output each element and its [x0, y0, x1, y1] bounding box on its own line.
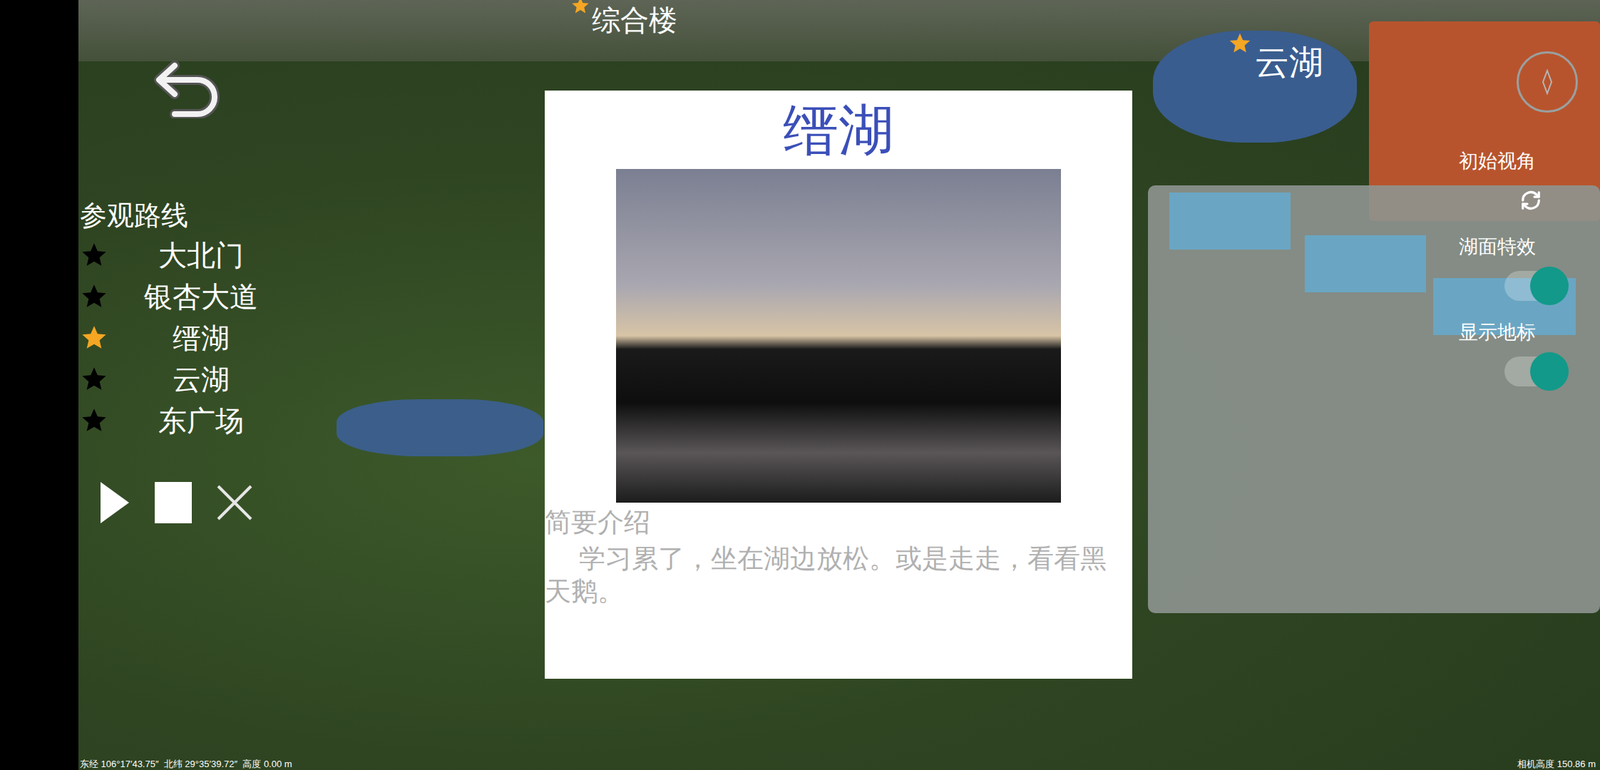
- toggle-knob: [1530, 352, 1569, 391]
- building-roof: [1169, 192, 1291, 250]
- back-arrow-icon: [153, 58, 224, 119]
- route-item[interactable]: 云湖: [79, 358, 294, 400]
- status-bar: 东经 106°17′43.75″ 北纬 29°35′39.72″ 高度 0.00…: [78, 758, 1600, 770]
- coordinates-text: 东经 106°17′43.75″ 北纬 29°35′39.72″ 高度 0.00…: [79, 758, 293, 770]
- reset-view-button[interactable]: [1520, 189, 1542, 212]
- setting-item: 初始视角: [1458, 148, 1600, 224]
- route-title: 参观路线: [79, 199, 294, 232]
- card-description: 学习累了，坐在湖边放松。或是走走，看看黑天鹅。: [544, 542, 1133, 609]
- refresh-icon: [1520, 189, 1542, 212]
- route-list: 大北门银杏大道缙湖云湖东广场: [79, 234, 294, 442]
- play-icon: [99, 480, 131, 525]
- stop-icon: [154, 481, 192, 524]
- route-star-icon: [79, 404, 109, 438]
- route-star-icon: [79, 280, 109, 314]
- setting-label: 显示地标: [1458, 319, 1600, 346]
- map-view[interactable]: 综合楼云湖参观路线大北门银杏大道缙湖云湖东广场缙湖简要介绍学习累了，坐在湖边放松…: [78, 0, 1600, 770]
- settings-panel: 初始视角湖面特效显示地标: [1458, 148, 1600, 405]
- back-button[interactable]: [153, 58, 224, 119]
- route-star-icon: [79, 362, 109, 396]
- route-item[interactable]: 缙湖: [79, 317, 294, 359]
- route-star-icon: [79, 321, 109, 355]
- stop-button[interactable]: [154, 481, 192, 524]
- map-label[interactable]: 综合楼: [570, 0, 678, 38]
- route-item[interactable]: 大北门: [79, 234, 294, 276]
- setting-item: 湖面特效: [1458, 233, 1600, 310]
- app: 综合楼云湖参观路线大北门银杏大道缙湖云湖东广场缙湖简要介绍学习累了，坐在湖边放松…: [0, 0, 1600, 770]
- map-label[interactable]: 云湖: [1227, 31, 1324, 83]
- route-item[interactable]: 银杏大道: [79, 275, 294, 318]
- compass[interactable]: [1516, 51, 1578, 113]
- setting-label: 湖面特效: [1458, 233, 1600, 260]
- landmark-star-icon: [570, 0, 591, 16]
- landmark-star-icon: [1227, 31, 1253, 56]
- close-button[interactable]: [216, 484, 254, 522]
- compass-needle-icon: [1532, 67, 1562, 97]
- route-panel: 参观路线大北门银杏大道缙湖云湖东广场: [79, 199, 294, 525]
- play-button[interactable]: [99, 480, 131, 525]
- close-icon: [216, 484, 254, 522]
- playback-controls: [79, 480, 294, 525]
- section-title: 简要介绍: [544, 506, 1133, 539]
- setting-item: 显示地标: [1458, 319, 1600, 396]
- building-roof: [1304, 235, 1427, 293]
- lake-left: [336, 399, 544, 457]
- route-item[interactable]: 东广场: [79, 400, 294, 442]
- left-black-strip: [0, 0, 79, 770]
- card-photo: [616, 168, 1061, 503]
- info-card: 缙湖简要介绍学习累了，坐在湖边放松。或是走走，看看黑天鹅。: [544, 90, 1133, 679]
- toggle-switch[interactable]: [1504, 356, 1565, 387]
- toggle-switch[interactable]: [1504, 270, 1565, 301]
- toggle-knob: [1530, 266, 1569, 306]
- route-star-icon: [79, 238, 109, 272]
- camera-height-text: 相机高度 150.86 m: [1517, 758, 1596, 770]
- card-title: 缙湖: [544, 96, 1133, 164]
- setting-label: 初始视角: [1458, 148, 1600, 174]
